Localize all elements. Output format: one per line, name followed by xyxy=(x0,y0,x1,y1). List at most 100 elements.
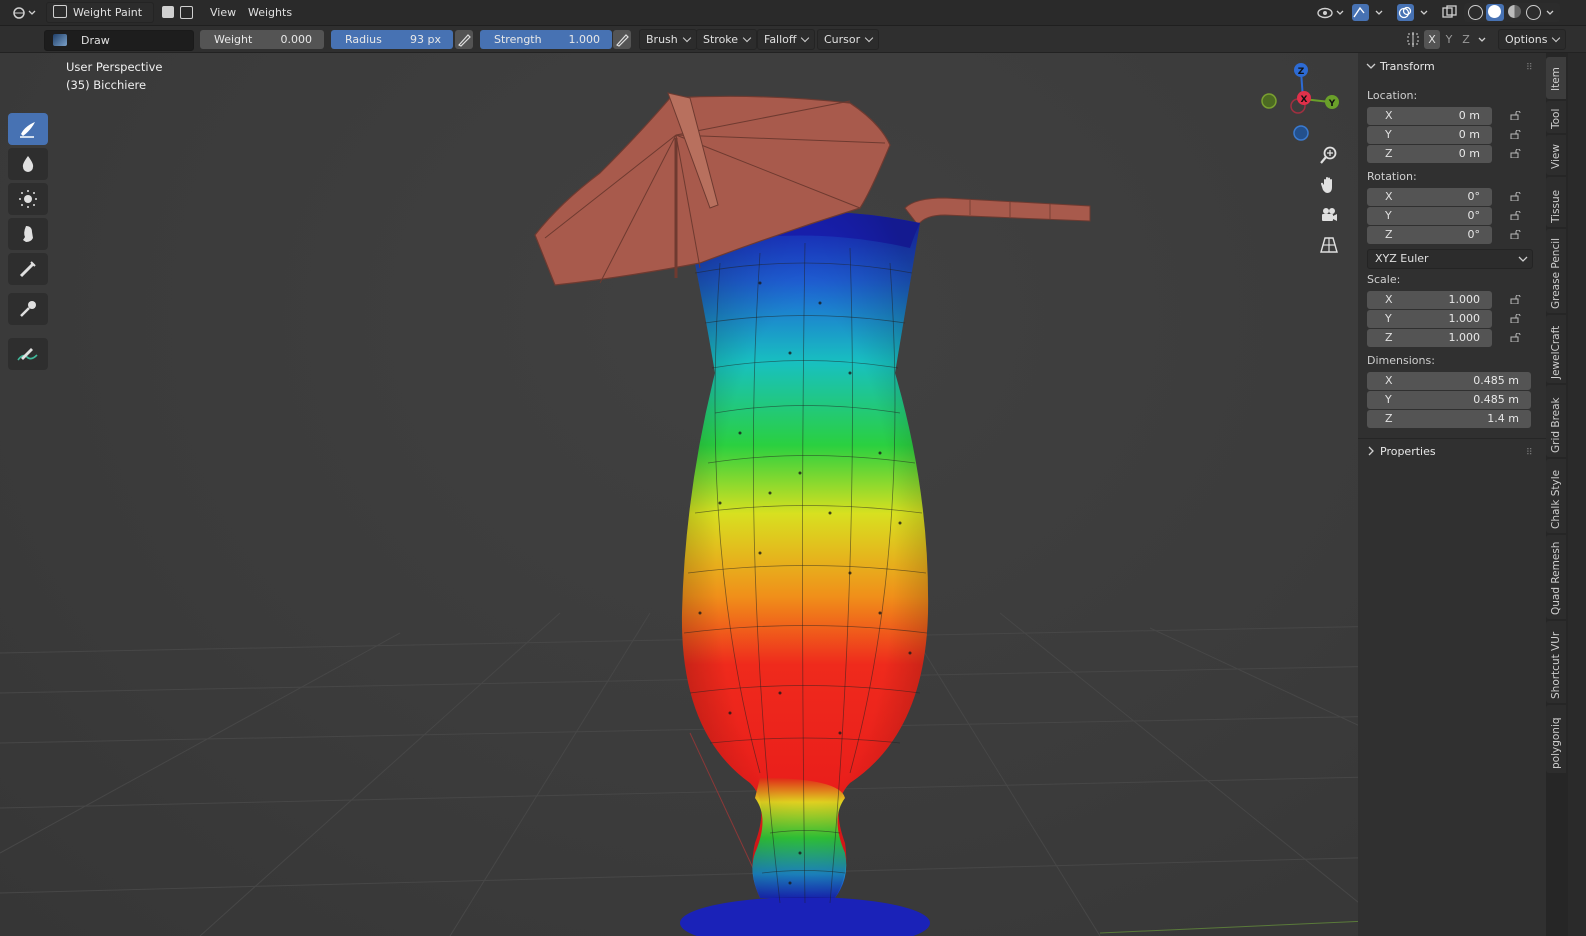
scale-y-field[interactable]: Y 1.000 xyxy=(1367,310,1492,328)
tab-chalk-style[interactable]: Chalk Style xyxy=(1546,459,1566,533)
visibility-dropdown[interactable] xyxy=(1316,3,1346,22)
cursor-dropdown[interactable]: Cursor xyxy=(817,29,880,50)
mirror-x-toggle[interactable]: X xyxy=(1424,30,1440,49)
dimensions-y-field[interactable]: Y 0.485 m xyxy=(1367,391,1531,409)
tab-quad-remesh[interactable]: Quad Remesh xyxy=(1546,535,1566,619)
radius-field[interactable]: Radius 93 px xyxy=(331,30,453,49)
tool-shelf xyxy=(8,113,50,373)
ortho-toggle-button[interactable] xyxy=(1315,231,1343,259)
mode-dropdown[interactable]: Weight Paint xyxy=(46,2,154,23)
lock-icon[interactable] xyxy=(1510,130,1521,139)
rotation-mode-dropdown[interactable]: XYZ Euler xyxy=(1367,249,1533,269)
lock-icon[interactable] xyxy=(1510,333,1521,342)
scale-z-field[interactable]: Z 1.000 xyxy=(1367,329,1492,347)
gradient-tool[interactable] xyxy=(8,253,48,285)
3d-viewport[interactable]: User Perspective (35) Bicchiere Z X Y xyxy=(0,53,1546,936)
neg-z-axis-handle[interactable] xyxy=(1293,125,1309,141)
weight-field[interactable]: Weight 0.000 xyxy=(200,30,324,49)
tab-shortcut-vur[interactable]: Shortcut VUr xyxy=(1546,621,1566,703)
editor-type-button[interactable] xyxy=(10,3,38,22)
mirror-y-toggle[interactable]: Y xyxy=(1441,30,1457,49)
average-tool[interactable] xyxy=(8,183,48,215)
rotation-x-field[interactable]: X 0° xyxy=(1367,188,1492,206)
location-z-field[interactable]: Z 0 m xyxy=(1367,145,1492,163)
axis-label: Z xyxy=(1385,412,1393,425)
smear-tool[interactable] xyxy=(8,218,48,250)
blur-tool[interactable] xyxy=(8,148,48,180)
droplet-icon xyxy=(22,156,34,172)
scale-y-value: 1.000 xyxy=(1448,312,1481,325)
drag-handle-icon[interactable]: ⠿ xyxy=(1526,448,1533,458)
lock-icon[interactable] xyxy=(1510,314,1521,323)
window-edge xyxy=(1568,53,1586,936)
navigation-gizmo[interactable]: Z X Y xyxy=(1256,59,1346,149)
tab-jewelcraft[interactable]: JewelCraft xyxy=(1546,315,1566,383)
tab-grease-pencil[interactable]: Grease Pencil xyxy=(1546,229,1566,313)
rotation-y-field[interactable]: Y 0° xyxy=(1367,207,1492,225)
mirror-icon xyxy=(1407,32,1419,47)
dimensions-x-field[interactable]: X 0.485 m xyxy=(1367,372,1531,390)
rotation-z-field[interactable]: Z 0° xyxy=(1367,226,1492,244)
mirror-options-dropdown[interactable] xyxy=(1476,30,1490,49)
location-label: Location: xyxy=(1367,89,1418,102)
rendered-shading-icon[interactable] xyxy=(1526,5,1541,20)
brush-selector[interactable]: Draw xyxy=(44,30,194,51)
location-y-field[interactable]: Y 0 m xyxy=(1367,126,1492,144)
annotate-pen-icon xyxy=(17,348,38,361)
options-dropdown[interactable]: Options xyxy=(1498,29,1567,50)
draw-brush-icon xyxy=(20,122,35,138)
stroke-dropdown[interactable]: Stroke xyxy=(696,29,758,50)
drag-handle-icon[interactable]: ⠿ xyxy=(1526,63,1533,73)
wireframe-shading-icon[interactable] xyxy=(1468,5,1483,20)
lock-icon[interactable] xyxy=(1510,192,1521,201)
radius-pressure-toggle[interactable] xyxy=(455,30,473,49)
mask-toggle-group[interactable] xyxy=(160,3,198,22)
location-x-field[interactable]: X 0 m xyxy=(1367,107,1492,125)
annotate-tool[interactable] xyxy=(8,338,48,370)
weight-label: Weight xyxy=(214,33,253,46)
xray-toggle[interactable] xyxy=(1440,3,1460,22)
falloff-dropdown[interactable]: Falloff xyxy=(757,29,816,50)
lock-icon[interactable] xyxy=(1510,149,1521,158)
camera-view-button[interactable] xyxy=(1315,201,1343,229)
strength-pressure-toggle[interactable] xyxy=(613,30,631,49)
scale-x-field[interactable]: X 1.000 xyxy=(1367,291,1492,309)
mirror-z-toggle[interactable]: Z xyxy=(1458,30,1474,49)
material-shading-icon[interactable] xyxy=(1508,5,1521,18)
tab-label: Tissue xyxy=(1550,189,1562,223)
properties-panel-header[interactable]: Properties ⠿ xyxy=(1364,444,1540,460)
location-y-value: 0 m xyxy=(1458,128,1480,141)
view-menu[interactable]: View xyxy=(206,3,240,22)
sample-weight-tool[interactable] xyxy=(8,293,48,325)
pan-button[interactable] xyxy=(1315,171,1343,199)
dimensions-z-field[interactable]: Z 1.4 m xyxy=(1367,410,1531,428)
pen-pressure-icon xyxy=(616,34,629,47)
lock-icon[interactable] xyxy=(1510,111,1521,120)
zoom-button[interactable] xyxy=(1315,141,1343,169)
gizmo-toggle[interactable] xyxy=(1350,3,1386,22)
tab-tool[interactable]: Tool xyxy=(1546,101,1566,133)
strength-field[interactable]: Strength 1.000 xyxy=(480,30,612,49)
mirror-icon-button[interactable] xyxy=(1404,30,1422,49)
draw-tool[interactable] xyxy=(8,113,48,145)
lock-icon[interactable] xyxy=(1510,211,1521,220)
tab-label: View xyxy=(1550,144,1562,169)
tab-label: JewelCraft xyxy=(1550,325,1562,379)
tab-grid-break[interactable]: Grid Break xyxy=(1546,385,1566,457)
weights-menu[interactable]: Weights xyxy=(244,3,296,22)
neg-y-axis-handle[interactable] xyxy=(1261,93,1277,109)
tab-tissue[interactable]: Tissue xyxy=(1546,177,1566,227)
brush-dropdown[interactable]: Brush xyxy=(639,29,697,50)
lock-icon[interactable] xyxy=(1510,230,1521,239)
shading-mode-group[interactable] xyxy=(1464,3,1560,22)
tab-view[interactable]: View xyxy=(1546,135,1566,175)
lock-icon[interactable] xyxy=(1510,295,1521,304)
overlays-toggle[interactable] xyxy=(1395,3,1431,22)
face-mask-icon[interactable] xyxy=(162,6,174,18)
tab-polygoniq[interactable]: polygoniq xyxy=(1546,705,1566,773)
vertex-mask-icon[interactable] xyxy=(180,6,193,19)
tab-item[interactable]: Item xyxy=(1546,57,1566,99)
scale-z-value: 1.000 xyxy=(1448,331,1481,344)
viewport-perspective-label: User Perspective xyxy=(66,60,163,74)
transform-panel-header[interactable]: Transform ⠿ xyxy=(1364,59,1540,75)
